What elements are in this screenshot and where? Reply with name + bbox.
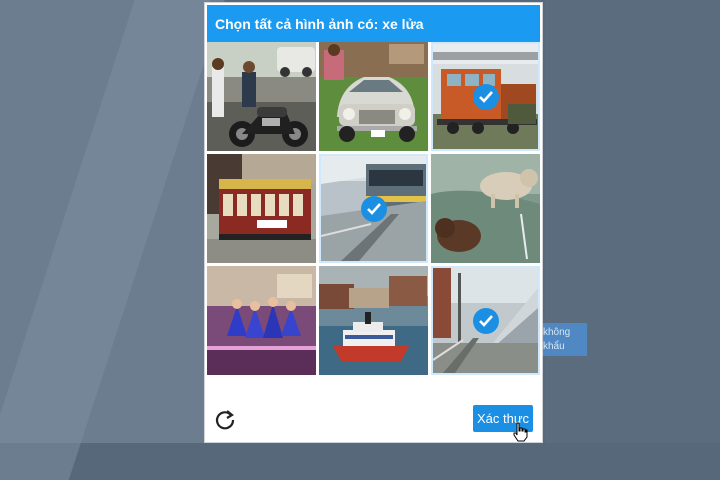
- captcha-tile-cable-car[interactable]: [207, 154, 316, 263]
- background-tab-line1: không: [543, 327, 571, 338]
- captcha-instruction: Chọn tất cả hình ảnh có: xe lửa: [215, 15, 424, 32]
- selected-check-icon: [472, 307, 499, 334]
- captcha-tile-train[interactable]: [431, 42, 540, 151]
- cable-car-image: [207, 154, 316, 263]
- background-tab-line2: khẩu: [543, 341, 565, 352]
- dancers-image: [207, 266, 316, 375]
- captcha-tile-dancers[interactable]: [207, 266, 316, 375]
- selected-check-icon: [472, 83, 499, 110]
- reload-icon[interactable]: [213, 407, 237, 431]
- captcha-image-grid: [207, 42, 540, 375]
- dogs-image: [431, 154, 540, 263]
- background-right-panel: [545, 0, 720, 443]
- captcha-tile-vintage-car[interactable]: [319, 42, 428, 151]
- captcha-tile-train-platform[interactable]: [319, 154, 428, 263]
- captcha-footer: Xác thực: [205, 375, 542, 442]
- boat-image: [319, 266, 428, 375]
- captcha-tile-motorcycle[interactable]: [207, 42, 316, 151]
- captcha-header: Chọn tất cả hình ảnh có: xe lửa: [207, 5, 540, 42]
- captcha-tile-train-station[interactable]: [431, 266, 540, 375]
- hand-cursor-icon: [512, 422, 528, 442]
- selected-check-icon: [360, 195, 387, 222]
- vintage-car-image: [319, 42, 428, 151]
- captcha-dialog: Chọn tất cả hình ảnh có: xe lửa Xác thực: [204, 2, 543, 443]
- motorcycle-image: [207, 42, 316, 151]
- captcha-tile-dogs[interactable]: [431, 154, 540, 263]
- captcha-tile-boat[interactable]: [319, 266, 428, 375]
